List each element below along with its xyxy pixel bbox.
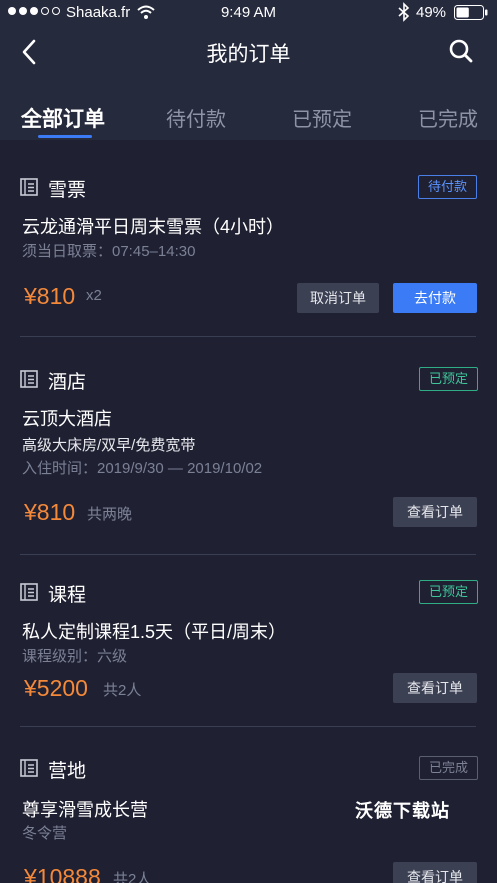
divider [20,554,476,555]
status-bar: Shaaka.fr 9:49 AM 49% [0,0,497,26]
product-name: 云龙通滑平日周末雪票（4小时） [22,217,285,237]
order-category: 课程 [48,585,87,606]
watermark: 沃德下载站 [355,801,450,821]
product-name: 云顶大酒店 [22,409,112,429]
pay-button[interactable]: 去付款 [393,283,477,313]
product-detail: 冬令营 [22,825,68,842]
product-detail: 高级大床房/双早/免费宽带 [22,437,196,454]
status-badge: 已预定 [419,367,479,391]
product-name: 尊享滑雪成长营 [22,800,148,820]
bluetooth-icon [398,2,410,22]
divider [20,336,476,337]
divider [20,726,476,727]
product-name: 私人定制课程1.5天（平日/周末） [22,622,287,642]
order-list-icon [20,583,38,601]
view-order-button[interactable]: 查看订单 [393,862,477,883]
product-detail: 课程级别：六级 [22,648,128,665]
view-order-button[interactable]: 查看订单 [393,497,477,527]
status-badge: 已预定 [419,580,479,604]
status-badge: 已完成 [419,756,479,780]
battery-icon [454,5,488,20]
status-badge: 待付款 [418,175,478,199]
order-category: 营地 [48,761,87,782]
tab-pending-payment[interactable]: 待付款 [166,103,226,132]
order-quantity: 共2人 [113,871,152,883]
order-list-icon [20,759,38,777]
tab-completed[interactable]: 已完成 [418,103,478,132]
order-quantity: 共2人 [103,682,142,699]
product-detail: 须当日取票：07:45–14:30 [22,243,196,260]
order-price: ¥810 [24,499,76,525]
order-quantity: 共两晚 [87,506,133,523]
order-category: 酒店 [48,372,87,393]
order-price: ¥5200 [24,675,88,701]
tab-booked[interactable]: 已预定 [292,103,352,132]
order-price: ¥10888 [24,864,101,883]
order-list-icon [20,178,38,196]
cancel-order-button[interactable]: 取消订单 [297,283,379,313]
tab-all-orders[interactable]: 全部订单 [21,103,105,133]
view-order-button[interactable]: 查看订单 [393,673,477,703]
order-category: 雪票 [48,180,87,201]
order-list-icon [20,370,38,388]
search-icon[interactable] [446,36,476,66]
page-title: 我的订单 [206,43,291,66]
battery-percent: 49% [416,4,447,21]
order-price: ¥810 [24,283,76,309]
order-quantity: x2 [86,287,102,304]
active-tab-indicator [38,135,92,138]
check-in-time: 入住时间：2019/9/30 — 2019/10/02 [22,460,263,477]
